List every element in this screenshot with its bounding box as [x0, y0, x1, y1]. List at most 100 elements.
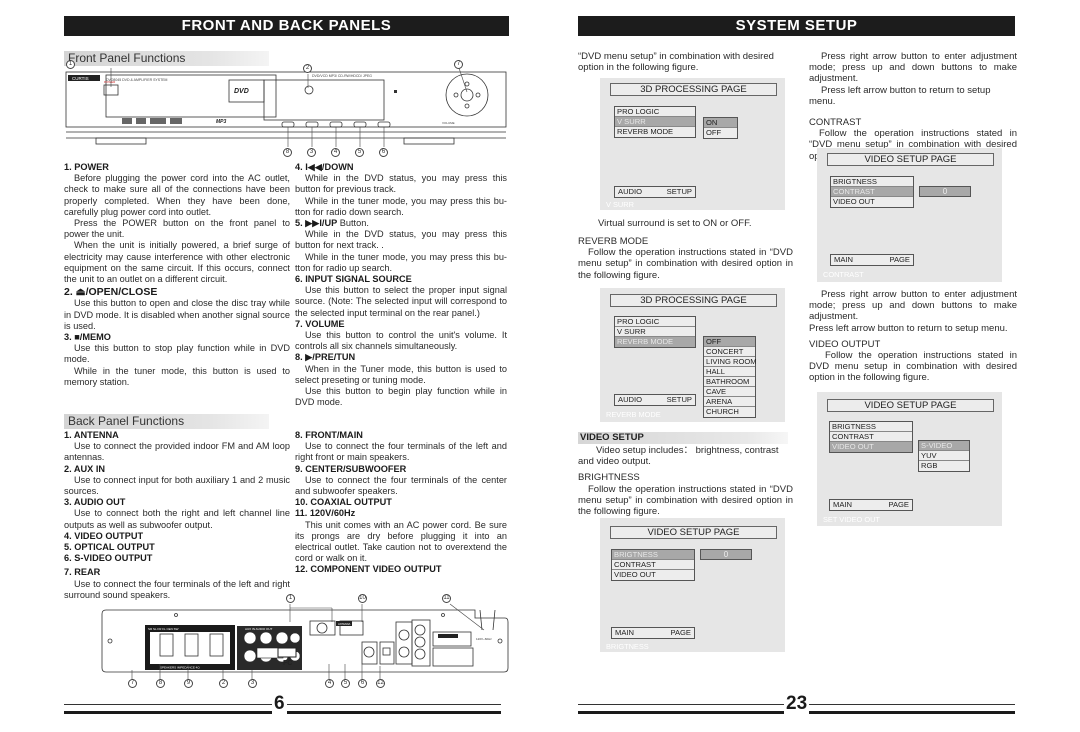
- osd-menu: BRIGTNESS CONTRAST VIDEO OUT: [611, 549, 695, 581]
- menu-item-contrast[interactable]: CONTRAST: [830, 432, 912, 442]
- osd-title: VIDEO SETUP PAGE: [827, 399, 994, 412]
- osd-video-setup-brightness: VIDEO SETUP PAGE BRIGTNESS CONTRAST VIDE…: [600, 518, 785, 652]
- menu-item-brightness[interactable]: BRIGTNESS: [612, 550, 694, 560]
- option-off[interactable]: OFF: [704, 128, 737, 138]
- callout-8: 8: [156, 679, 165, 688]
- item-heading: 3. ■/MEMO: [64, 332, 111, 343]
- menu-item-contrast[interactable]: CONTRAST: [831, 187, 913, 197]
- option-church[interactable]: CHURCH: [704, 407, 755, 417]
- back-functions-col1: 1. ANTENNA Use to connect the provided i…: [64, 430, 290, 601]
- option-s-video[interactable]: S-VIDEO: [919, 441, 969, 451]
- video-output-heading: VIDEO OUTPUT: [809, 338, 881, 350]
- osd-video-setup-video-out: VIDEO SETUP PAGE BRIGTNESS CONTRAST VIDE…: [817, 392, 1002, 526]
- option-on[interactable]: ON: [704, 118, 737, 128]
- menu-item-video-out[interactable]: VIDEO OUT: [612, 570, 694, 580]
- item-text: While in the tuner mode, you may press t…: [295, 195, 507, 217]
- osd-title: 3D PROCESSING PAGE: [610, 83, 777, 96]
- contrast-heading: CONTRAST: [809, 117, 862, 129]
- contrast-section: Press right arrow button to enter adjust…: [809, 51, 1017, 162]
- svg-text:DVD: DVD: [234, 88, 249, 95]
- back-panel-section-title: Back Panel Functions: [64, 414, 269, 429]
- item-text: Press the POWER button on the front pane…: [64, 218, 290, 240]
- brightness-text: Follow the operation instructions stated…: [578, 483, 793, 518]
- item-heading: 10. COAXIAL OUTPUT: [295, 497, 392, 508]
- item-heading: 1. ANTENNA: [64, 430, 119, 440]
- reverb-section: REVERB MODE Follow the operation instruc…: [578, 236, 793, 281]
- video-setup-text: Video setup includes： brightness, contra…: [578, 445, 779, 468]
- reverb-heading: REVERB MODE: [578, 236, 649, 247]
- svg-text:FC: FC: [283, 660, 292, 667]
- option-cave[interactable]: CAVE: [704, 387, 755, 397]
- right-page-banner: SYSTEM SETUP: [578, 16, 1015, 36]
- option-hall[interactable]: HALL: [704, 367, 755, 377]
- osd-status: SET VIDEO OUT: [823, 515, 880, 524]
- menu-item-reverb-mode[interactable]: REVERB MODE: [615, 127, 695, 137]
- svg-text:AUX IN AUDIO OUT: AUX IN AUDIO OUT: [245, 627, 273, 631]
- menu-item-reverb-mode[interactable]: REVERB MODE: [615, 337, 695, 347]
- footer-setup: SETUP: [666, 395, 692, 404]
- back-functions-col2: 8. FRONT/MAIN Use to connect the four te…: [295, 430, 507, 576]
- brightness-value[interactable]: 0: [700, 549, 752, 560]
- callout-3: 3: [248, 679, 257, 688]
- osd-3d-processing-reverb: 3D PROCESSING PAGE PRO LOGIC V SURR REVE…: [600, 288, 785, 422]
- option-living-room[interactable]: LIVING ROOM: [704, 357, 757, 367]
- footer-audio: AUDIO: [618, 187, 643, 196]
- callout-8: 8: [283, 148, 292, 157]
- menu-item-brightness[interactable]: BRIGTNESS: [831, 177, 913, 187]
- option-arena[interactable]: ARENA: [704, 397, 755, 407]
- video-output-section: Press right arrow button to enter adjust…: [809, 289, 1017, 384]
- item-text: While in the DVD status, you may press t…: [295, 229, 507, 251]
- item-text: Use this button to open and close the di…: [64, 298, 290, 331]
- callout-12: 12: [376, 679, 385, 688]
- item-heading: 8. FRONT/MAIN: [295, 430, 363, 440]
- svg-text:VOLUME: VOLUME: [442, 121, 455, 125]
- menu-item-v-surr[interactable]: V SURR: [615, 327, 695, 337]
- option-off[interactable]: OFF: [704, 337, 755, 347]
- menu-item-pro-logic[interactable]: PRO LOGIC: [615, 317, 695, 327]
- option-rgb[interactable]: RGB: [919, 461, 969, 471]
- osd-footer: AUDIO SETUP: [614, 186, 696, 198]
- item-heading: 2. AUX IN: [64, 463, 106, 474]
- item-heading: 4. VIDEO OUTPUT: [64, 530, 144, 541]
- callout-9: 9: [184, 679, 193, 688]
- menu-item-pro-logic[interactable]: PRO LOGIC: [615, 107, 695, 117]
- menu-item-video-out[interactable]: VIDEO OUT: [831, 197, 913, 207]
- osd-footer: AUDIO SETUP: [614, 394, 696, 406]
- brightness-heading: BRIGHTNESS: [578, 472, 640, 484]
- item-heading: 6. S-VIDEO OUTPUT: [64, 553, 153, 564]
- left-page-banner: FRONT AND BACK PANELS: [64, 16, 509, 36]
- item-text: Use to connect the four terminals of the…: [295, 441, 507, 463]
- item-text: When the unit is initially powered, a br…: [64, 240, 290, 285]
- front-functions-col1: 1. POWER Before plugging the power cord …: [64, 162, 290, 388]
- item-text: Use to connect both the right and left c…: [64, 508, 290, 530]
- page-number-right: 23: [784, 693, 810, 715]
- osd-video-setup-contrast: VIDEO SETUP PAGE BRIGTNESS CONTRAST VIDE…: [817, 148, 1002, 282]
- osd-menu: PRO LOGIC V SURR REVERB MODE: [614, 106, 696, 138]
- callout-1: 1: [286, 594, 295, 603]
- item-text: Use this button to stop play function wh…: [64, 343, 290, 365]
- menu-item-video-out[interactable]: VIDEO OUT: [830, 442, 912, 452]
- front-functions-col2: 4. I◀◀/DOWN While in the DVD status, you…: [295, 162, 507, 408]
- menu-item-v-surr[interactable]: V SURR: [615, 117, 695, 127]
- item-heading: 7. REAR: [64, 567, 101, 578]
- osd-3d-processing-vsurr: 3D PROCESSING PAGE PRO LOGIC V SURR REVE…: [600, 78, 785, 210]
- callout-6: 6: [379, 148, 388, 157]
- footer-page: PAGE: [670, 628, 691, 637]
- callout-4: 4: [331, 148, 340, 157]
- option-concert[interactable]: CONCERT: [704, 347, 755, 357]
- menu-item-contrast[interactable]: CONTRAST: [612, 560, 694, 570]
- callout-2: 2: [303, 64, 312, 73]
- footer-main: MAIN: [615, 628, 634, 637]
- item-heading: 4. I◀◀/DOWN: [295, 162, 354, 172]
- menu-item-brightness[interactable]: BRIGTNESS: [830, 422, 912, 432]
- option-yuv[interactable]: YUV: [919, 451, 969, 461]
- osd-status: CONTRAST: [823, 270, 864, 279]
- osd-status: V SURR: [606, 200, 634, 209]
- option-bathroom[interactable]: BATHROOM: [704, 377, 755, 387]
- contrast-value[interactable]: 0: [919, 186, 971, 197]
- adjust-text: Press right arrow button to enter adjust…: [809, 51, 1017, 85]
- svg-text:MP3: MP3: [216, 119, 227, 125]
- svg-text:DVD/VCD MP3/ CD-RW/HDCD/ JPEG: DVD/VCD MP3/ CD-RW/HDCD/ JPEG: [312, 74, 372, 78]
- item-heading: 6. INPUT SIGNAL SOURCE: [295, 274, 412, 285]
- item-heading: 5. ▶▶I/UP: [295, 218, 338, 229]
